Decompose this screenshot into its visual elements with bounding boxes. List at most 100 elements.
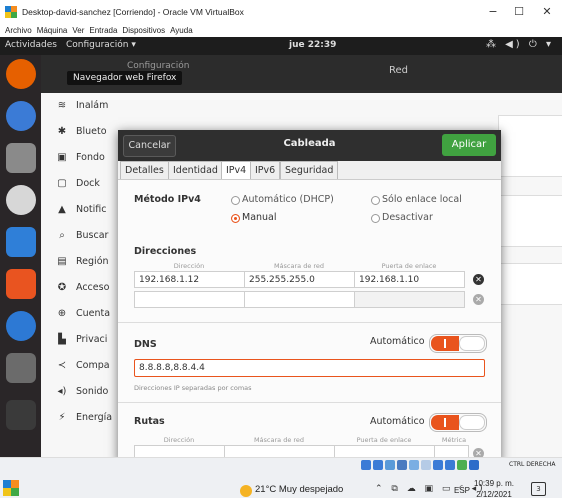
menu-ver[interactable]: Ver — [72, 26, 84, 35]
virtualbox-taskbar-icon[interactable] — [3, 480, 19, 496]
col-address: Dirección — [173, 262, 205, 270]
show-apps-icon[interactable] — [6, 400, 36, 430]
apply-button[interactable]: Aplicar — [442, 134, 496, 156]
menu-ayuda[interactable]: Ayuda — [170, 26, 193, 35]
route-col-metric: Métrica — [441, 436, 467, 444]
writer-icon[interactable] — [6, 227, 36, 257]
netmask-input-empty[interactable] — [244, 291, 355, 308]
sidebar-item-bluetooth[interactable]: ✱ Blueto — [41, 119, 121, 145]
accessibility-icon: ✪ — [57, 282, 67, 293]
routes-auto-toggle[interactable] — [429, 413, 487, 432]
files-icon[interactable] — [6, 143, 36, 173]
sidebar-item-dock[interactable]: ▢ Dock — [41, 171, 121, 197]
tab-ipv6[interactable]: IPv6 — [250, 161, 281, 179]
maximize-button[interactable]: ☐ — [510, 4, 528, 20]
sidebar-item-background[interactable]: ▣ Fondo — [41, 145, 121, 171]
col-netmask: Máscara de red — [273, 262, 325, 270]
sidebar-item-privacy[interactable]: ▙ Privaci — [41, 327, 121, 353]
route-netmask-input[interactable] — [224, 445, 335, 457]
rhythmbox-icon[interactable] — [6, 185, 36, 215]
date-text: 2/12/2021 — [476, 490, 512, 499]
settings-icon[interactable] — [6, 353, 36, 383]
dns-title: DNS — [134, 339, 157, 350]
dock — [0, 55, 41, 457]
address-input-empty[interactable] — [134, 291, 245, 308]
clock[interactable]: jue 22:39 — [289, 40, 336, 50]
system-menu[interactable]: ⁂ ◀) ⏻ ▾ — [486, 39, 554, 50]
help-icon[interactable] — [6, 311, 36, 341]
vm-status-icons — [361, 460, 481, 474]
menu-dispositivos[interactable]: Dispositivos — [122, 26, 165, 35]
sidebar-item-sound[interactable]: ◂) Sonido — [41, 379, 121, 405]
wired-panel — [498, 115, 562, 177]
notifications-icon: ▲ — [58, 204, 66, 215]
radio-disable[interactable] — [371, 214, 380, 223]
dialog-header: Cancelar Cableada Aplicar — [118, 130, 501, 161]
divider — [118, 402, 501, 403]
radio-manual[interactable] — [231, 214, 240, 223]
radio-dhcp[interactable] — [231, 196, 240, 205]
delete-row-icon[interactable]: ✕ — [473, 274, 484, 285]
menu-archivo[interactable]: Archivo — [5, 26, 32, 35]
search-icon: ⌕ — [59, 230, 65, 241]
radio-link-local-label: Sólo enlace local — [382, 194, 462, 205]
tab-security[interactable]: Seguridad — [280, 161, 339, 179]
route-address-input[interactable] — [134, 445, 225, 457]
radio-disable-label: Desactivar — [382, 212, 433, 223]
sidebar-item-label: Dock — [76, 178, 100, 189]
dns-input[interactable]: 8.8.8.8,8.8.4.4 — [134, 359, 485, 377]
firefox-tooltip: Navegador web Firefox — [67, 71, 183, 85]
firefox-icon[interactable] — [6, 59, 36, 89]
menu-maquina[interactable]: Máquina — [37, 26, 68, 35]
close-button[interactable]: ✕ — [538, 4, 556, 20]
sidebar-item-label: Cuenta — [76, 308, 111, 319]
tab-details[interactable]: Detalles — [120, 161, 169, 179]
sidebar-item-region[interactable]: ▤ Región — [41, 249, 121, 275]
menu-entrada[interactable]: Entrada — [89, 26, 117, 35]
col-gateway: Puerta de enlace — [381, 262, 437, 270]
delete-route-icon: ✕ — [473, 448, 484, 457]
sidebar-item-accounts[interactable]: ⊕ Cuenta — [41, 301, 121, 327]
route-metric-input[interactable] — [434, 445, 469, 457]
notifications-icon[interactable]: 3 — [531, 482, 546, 496]
settings-header-title: Configuración — [127, 61, 190, 71]
addresses-title: Direcciones — [134, 246, 197, 257]
activities-button[interactable]: Actividades — [5, 40, 57, 50]
thunderbird-icon[interactable] — [6, 101, 36, 131]
netmask-input[interactable]: 255.255.255.0 — [244, 271, 355, 288]
gateway-input-empty[interactable] — [354, 291, 465, 308]
radio-manual-label: Manual — [242, 212, 277, 223]
sidebar-item-label: Sonido — [76, 386, 109, 397]
radio-link-local[interactable] — [371, 196, 380, 205]
dns-auto-toggle[interactable] — [429, 334, 487, 353]
route-gateway-input[interactable] — [334, 445, 435, 457]
weather-text[interactable]: 21°C Muy despejado — [255, 484, 343, 495]
sidebar-item-label: Fondo — [76, 152, 105, 163]
gateway-input[interactable]: 192.168.1.10 — [354, 271, 465, 288]
sidebar-item-sharing[interactable]: ≺ Compa — [41, 353, 121, 379]
software-icon[interactable] — [6, 269, 36, 299]
sidebar-item-accessibility[interactable]: ✪ Acceso — [41, 275, 121, 301]
ubuntu-topbar: Actividades Configuración ▾ jue 22:39 ⁂ … — [0, 37, 562, 55]
sidebar-item-label: Privaci — [76, 334, 108, 345]
minimize-button[interactable]: − — [484, 4, 502, 20]
sidebar-item-power[interactable]: ⚡ Energía — [41, 405, 121, 431]
address-input[interactable]: 192.168.1.12 — [134, 271, 245, 288]
sidebar-item-notifications[interactable]: ▲ Notific — [41, 197, 121, 223]
sidebar-item-wifi[interactable]: ≋ Inalám — [41, 93, 121, 119]
sidebar-item-search[interactable]: ⌕ Buscar — [41, 223, 121, 249]
wifi-icon: ≋ — [57, 100, 67, 111]
share-icon: ≺ — [57, 360, 67, 371]
language-indicator[interactable]: ESP — [454, 486, 470, 495]
vm-menubar: Archivo Máquina Ver Entrada Dispositivos… — [0, 24, 562, 37]
app-menu[interactable]: Configuración ▾ — [66, 40, 136, 50]
vpn-panel — [498, 195, 562, 247]
divider — [118, 322, 501, 323]
ipv4-method-label: Método IPv4 — [134, 194, 201, 205]
proxy-panel — [498, 263, 562, 305]
sidebar-item-label: Buscar — [76, 230, 109, 241]
routes-title: Rutas — [134, 416, 165, 427]
window-titlebar: Desktop-david-sanchez [Corriendo] - Orac… — [0, 0, 562, 24]
tab-identity[interactable]: Identidad — [168, 161, 223, 179]
tab-ipv4[interactable]: IPv4 — [221, 161, 252, 179]
